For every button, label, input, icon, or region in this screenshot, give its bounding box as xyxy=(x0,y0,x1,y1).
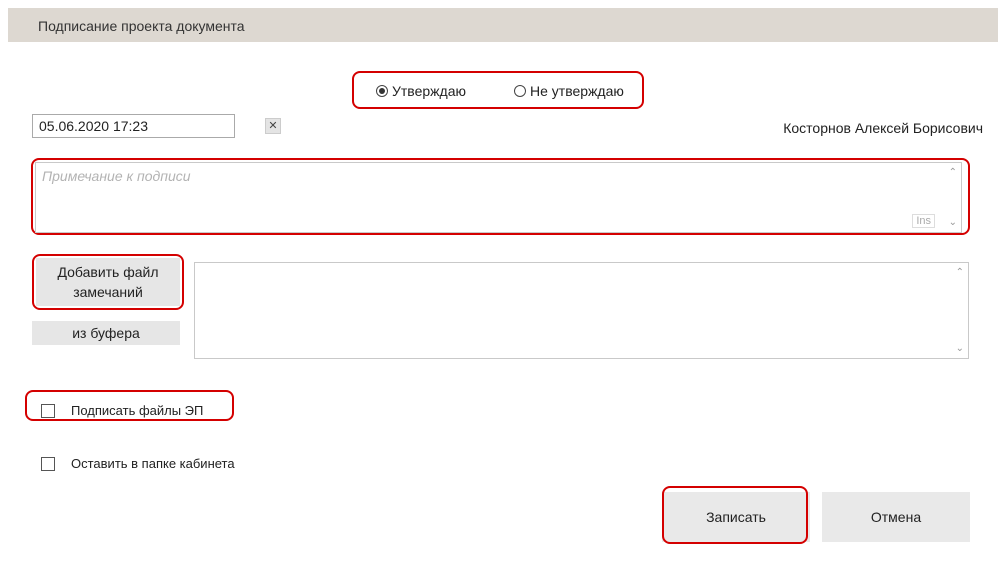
note-scroll-up-icon[interactable]: ⌃ xyxy=(949,167,957,178)
reject-radio-label: Не утверждаю xyxy=(530,83,624,99)
reject-radio[interactable]: Не утверждаю xyxy=(514,83,624,99)
files-scroll-down-icon[interactable]: ⌄ xyxy=(956,343,964,354)
decision-radio-group: Утверждаю Не утверждаю xyxy=(352,71,644,109)
remarks-files-list[interactable]: ⌃ ⌄ xyxy=(194,262,969,359)
add-file-highlight: Добавить файл замечаний xyxy=(32,254,184,310)
files-scroll-up-icon[interactable]: ⌃ xyxy=(956,267,964,278)
note-highlight: Примечание к подписи Ins ⌃ ⌄ xyxy=(31,158,970,235)
keep-in-folder-label: Оставить в папке кабинета xyxy=(71,456,235,471)
keep-in-folder-checkbox-box[interactable] xyxy=(41,456,55,471)
approve-radio-circle[interactable] xyxy=(376,85,388,97)
dialog-titlebar: Подписание проекта документа xyxy=(8,8,998,42)
from-clipboard-button[interactable]: из буфера xyxy=(32,321,180,345)
approve-radio-label: Утверждаю xyxy=(392,83,466,99)
note-scroll-down-icon[interactable]: ⌄ xyxy=(949,217,957,228)
sign-files-label: Подписать файлы ЭП xyxy=(71,403,204,418)
clear-date-button[interactable]: ✕ xyxy=(265,118,281,134)
signer-name: Косторнов Алексей Борисович xyxy=(783,120,983,136)
add-remarks-file-button[interactable]: Добавить файл замечаний xyxy=(36,258,180,306)
cancel-button[interactable]: Отмена xyxy=(822,492,970,542)
sign-files-checkbox-box[interactable] xyxy=(41,403,55,418)
note-placeholder: Примечание к подписи xyxy=(42,168,191,184)
signature-note-input[interactable]: Примечание к подписи Ins ⌃ ⌄ xyxy=(35,162,962,233)
sign-files-checkbox[interactable]: Подписать файлы ЭП xyxy=(41,403,203,418)
save-button-highlight xyxy=(662,486,808,544)
approve-radio[interactable]: Утверждаю xyxy=(376,83,466,99)
dialog-title: Подписание проекта документа xyxy=(38,18,245,34)
reject-radio-circle[interactable] xyxy=(514,85,526,97)
signature-date-field[interactable]: 05.06.2020 17:23 xyxy=(32,114,235,138)
keep-in-folder-checkbox[interactable]: Оставить в папке кабинета xyxy=(41,456,235,471)
insert-mode-badge[interactable]: Ins xyxy=(912,214,935,228)
